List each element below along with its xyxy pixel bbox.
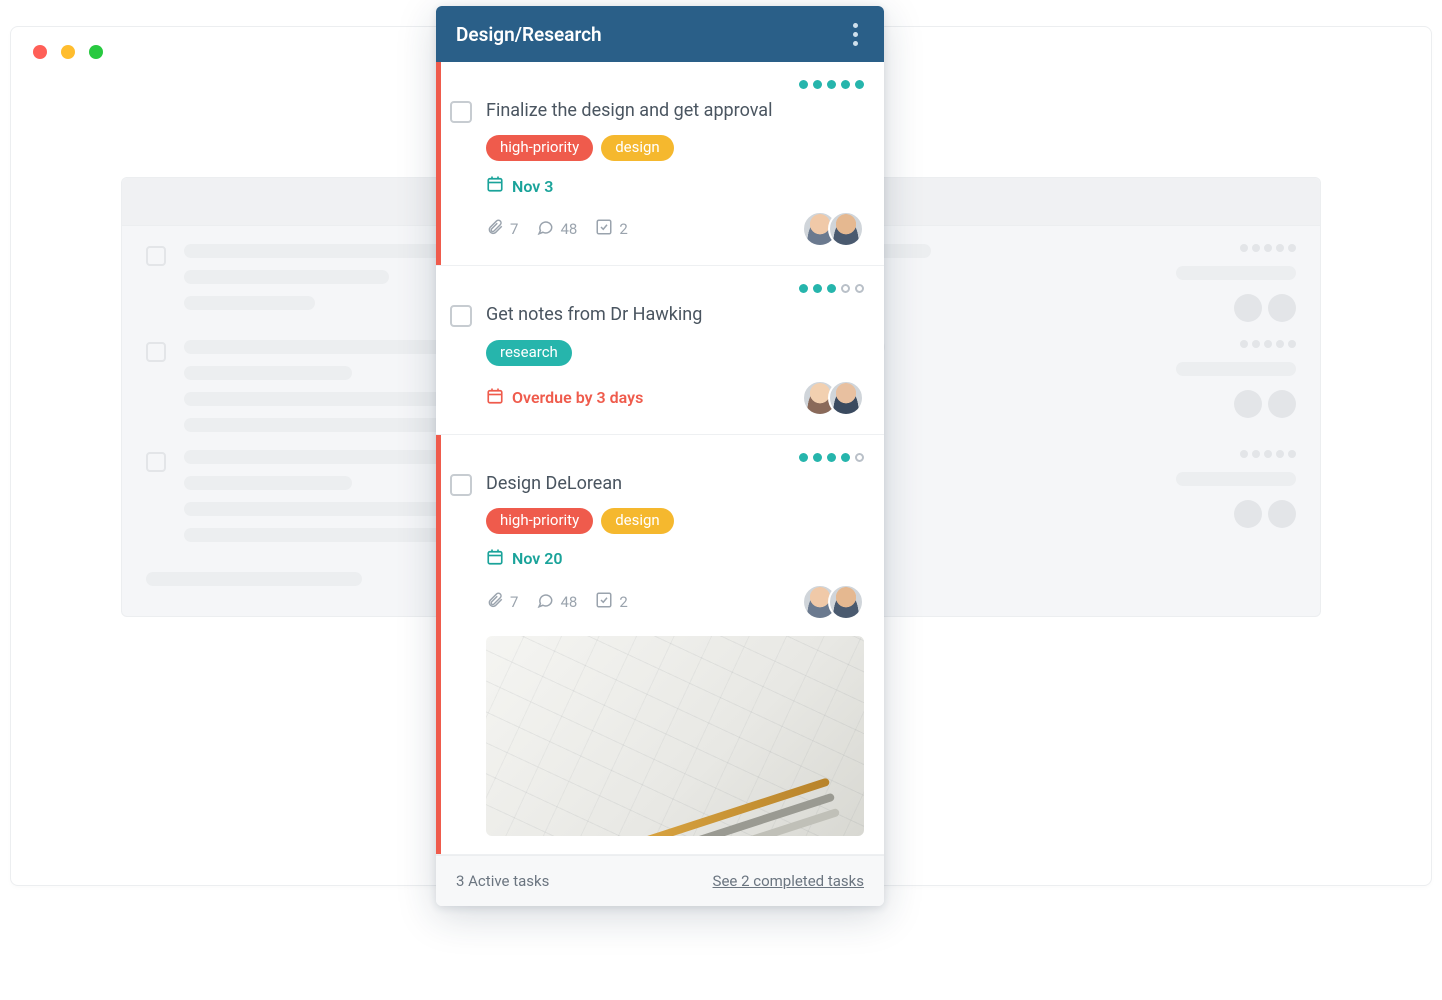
due-date-label: Nov 3 bbox=[512, 177, 553, 196]
progress-dot-icon bbox=[813, 284, 822, 293]
tag-design[interactable]: design bbox=[601, 508, 674, 534]
progress-dot-icon bbox=[813, 453, 822, 462]
more-vertical-icon bbox=[853, 23, 858, 28]
progress-indicator bbox=[450, 80, 864, 89]
due-date[interactable]: Overdue by 3 days bbox=[486, 387, 643, 409]
active-tasks-count: 3 Active tasks bbox=[456, 872, 549, 890]
progress-dot-icon bbox=[813, 80, 822, 89]
calendar-icon bbox=[486, 175, 504, 197]
task-checkbox[interactable] bbox=[450, 474, 472, 496]
tag-research[interactable]: research bbox=[486, 340, 572, 366]
progress-indicator bbox=[450, 284, 864, 293]
comment-icon bbox=[536, 218, 554, 240]
task-meta-row: 7 48 2 bbox=[486, 584, 864, 620]
progress-dot-icon bbox=[841, 453, 850, 462]
avatar-image-icon bbox=[830, 382, 862, 414]
avatar[interactable] bbox=[828, 211, 864, 247]
progress-dot-icon bbox=[841, 284, 850, 293]
placeholder-checkbox-icon bbox=[146, 452, 166, 472]
task-list-panel: Design/Research Finalize the design and … bbox=[436, 6, 884, 906]
avatar[interactable] bbox=[828, 584, 864, 620]
avatar[interactable] bbox=[828, 380, 864, 416]
task-card[interactable]: Finalize the design and get approval hig… bbox=[436, 62, 884, 266]
tag-list: high-priority design bbox=[486, 508, 864, 534]
avatar-image-icon bbox=[830, 586, 862, 618]
progress-dot-icon bbox=[799, 284, 808, 293]
task-checkbox[interactable] bbox=[450, 305, 472, 327]
avatar-image-icon bbox=[830, 213, 862, 245]
task-stats: 7 48 2 bbox=[486, 218, 628, 240]
subtasks-count[interactable]: 2 bbox=[595, 591, 627, 613]
panel-header: Design/Research bbox=[436, 6, 884, 62]
task-meta-row: Overdue by 3 days bbox=[486, 380, 864, 416]
due-date-label: Nov 20 bbox=[512, 549, 563, 568]
comments-count[interactable]: 48 bbox=[536, 218, 577, 240]
maximize-dot-icon bbox=[89, 45, 103, 59]
tag-high-priority[interactable]: high-priority bbox=[486, 508, 593, 534]
assignee-avatars[interactable] bbox=[802, 380, 864, 416]
progress-dot-icon bbox=[855, 453, 864, 462]
panel-title: Design/Research bbox=[456, 23, 602, 46]
task-checkbox[interactable] bbox=[450, 101, 472, 123]
progress-dot-icon bbox=[799, 453, 808, 462]
tag-design[interactable]: design bbox=[601, 135, 674, 161]
due-date[interactable]: Nov 3 bbox=[486, 175, 864, 197]
calendar-icon bbox=[486, 548, 504, 570]
progress-dot-icon bbox=[827, 80, 836, 89]
task-card[interactable]: Get notes from Dr Hawking research Overd… bbox=[436, 266, 884, 434]
attachment-preview[interactable] bbox=[486, 636, 864, 836]
task-card[interactable]: Design DeLorean high-priority design Nov … bbox=[436, 435, 884, 855]
task-title: Get notes from Dr Hawking bbox=[486, 303, 864, 327]
task-meta-row: 7 48 2 bbox=[486, 211, 864, 247]
assignee-avatars[interactable] bbox=[802, 211, 864, 247]
paperclip-icon bbox=[486, 591, 504, 613]
placeholder-checkbox-icon bbox=[146, 342, 166, 362]
due-date[interactable]: Nov 20 bbox=[486, 548, 864, 570]
progress-dot-icon bbox=[855, 284, 864, 293]
attachments-count[interactable]: 7 bbox=[486, 218, 518, 240]
progress-dot-icon bbox=[827, 284, 836, 293]
attachments-count[interactable]: 7 bbox=[486, 591, 518, 613]
task-stats: 7 48 2 bbox=[486, 591, 628, 613]
progress-dot-icon bbox=[799, 80, 808, 89]
window-controls bbox=[33, 45, 103, 59]
checklist-icon bbox=[595, 591, 613, 613]
close-dot-icon bbox=[33, 45, 47, 59]
subtasks-count[interactable]: 2 bbox=[595, 218, 627, 240]
progress-dot-icon bbox=[855, 80, 864, 89]
comment-icon bbox=[536, 591, 554, 613]
see-completed-link[interactable]: See 2 completed tasks bbox=[713, 872, 864, 890]
progress-dot-icon bbox=[827, 453, 836, 462]
task-title: Finalize the design and get approval bbox=[486, 99, 864, 123]
panel-more-button[interactable] bbox=[847, 17, 864, 52]
tag-high-priority[interactable]: high-priority bbox=[486, 135, 593, 161]
checklist-icon bbox=[595, 218, 613, 240]
progress-indicator bbox=[450, 453, 864, 462]
tag-list: research bbox=[486, 340, 864, 366]
panel-footer: 3 Active tasks See 2 completed tasks bbox=[436, 855, 884, 906]
paperclip-icon bbox=[486, 218, 504, 240]
due-date-label: Overdue by 3 days bbox=[512, 388, 643, 407]
minimize-dot-icon bbox=[61, 45, 75, 59]
assignee-avatars[interactable] bbox=[802, 584, 864, 620]
comments-count[interactable]: 48 bbox=[536, 591, 577, 613]
calendar-icon bbox=[486, 387, 504, 409]
placeholder-checkbox-icon bbox=[146, 246, 166, 266]
progress-dot-icon bbox=[841, 80, 850, 89]
task-title: Design DeLorean bbox=[486, 472, 864, 496]
tag-list: high-priority design bbox=[486, 135, 864, 161]
